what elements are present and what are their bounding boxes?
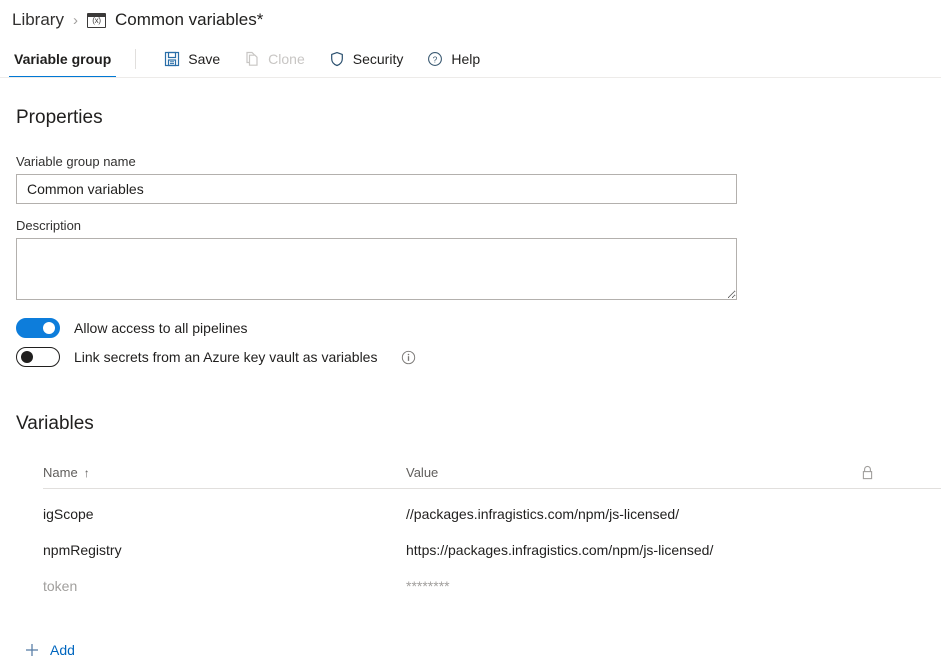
svg-text:?: ? [433,54,438,64]
toolbar-divider [135,49,136,69]
link-secrets-toggle-row: Link secrets from an Azure key vault as … [16,347,925,367]
link-secrets-toggle-knob [21,351,33,363]
variable-name: token [43,578,406,594]
sort-ascending-icon: ↑ [84,466,90,480]
breadcrumb: Library › (x) Common variables* [0,0,941,40]
clone-label: Clone [268,51,305,67]
column-header-value[interactable]: Value [406,465,861,480]
column-header-lock [861,465,941,480]
toolbar: Variable group Save [0,40,941,78]
allow-access-toggle-row: Allow access to all pipelines [16,318,925,338]
variable-name: npmRegistry [43,542,406,558]
page-title: Common variables* [115,10,263,30]
column-header-name[interactable]: Name ↑ [43,465,406,480]
add-variable-button[interactable]: Add [24,642,75,658]
variables-heading: Variables [16,413,925,435]
tab-variable-group[interactable]: Variable group [12,40,113,78]
link-secrets-toggle-label: Link secrets from an Azure key vault as … [74,349,377,365]
table-row[interactable]: npmRegistry https://packages.infragistic… [43,532,941,568]
clone-button: Clone [234,44,315,74]
variable-name: igScope [43,506,406,522]
table-row[interactable]: igScope //packages.infragistics.com/npm/… [43,496,941,532]
info-icon[interactable] [401,350,416,365]
lock-icon [861,465,874,480]
security-button[interactable]: Security [319,44,414,74]
column-header-name-label: Name [43,465,78,480]
variable-group-page: Library › (x) Common variables* Variable… [0,0,941,658]
description-label: Description [16,218,925,233]
shield-icon [329,51,345,67]
help-circle-icon: ? [427,51,443,67]
variable-value[interactable]: ******** [406,578,861,594]
allow-access-toggle-knob [43,322,55,334]
allow-access-toggle[interactable] [16,318,60,338]
variables-table-header: Name ↑ Value [43,457,941,489]
save-button[interactable]: Save [154,44,230,74]
tab-variable-group-label: Variable group [14,51,111,67]
allow-access-toggle-label: Allow access to all pipelines [74,320,248,336]
variable-group-icon: (x) [87,13,106,28]
security-label: Security [353,51,404,67]
save-label: Save [188,51,220,67]
save-icon [164,51,180,67]
breadcrumb-library-link[interactable]: Library [12,10,64,30]
help-label: Help [451,51,480,67]
plus-icon [24,642,40,658]
breadcrumb-separator-icon: › [73,12,78,29]
variable-group-name-label: Variable group name [16,154,925,169]
help-button[interactable]: ? Help [417,44,490,74]
variable-group-name-input[interactable] [16,174,737,204]
table-row[interactable]: token ******** [43,568,941,604]
description-textarea[interactable] [16,238,737,300]
add-variable-label: Add [50,642,75,658]
link-secrets-toggle[interactable] [16,347,60,367]
variable-group-icon-text: (x) [92,17,100,25]
variable-value[interactable]: https://packages.infragistics.com/npm/js… [406,542,861,558]
column-header-value-label: Value [406,465,438,480]
variables-table: Name ↑ Value igScope //packages.infragis… [43,457,941,604]
clone-icon [244,51,260,67]
variable-value[interactable]: //packages.infragistics.com/npm/js-licen… [406,506,861,522]
properties-heading: Properties [16,107,925,129]
